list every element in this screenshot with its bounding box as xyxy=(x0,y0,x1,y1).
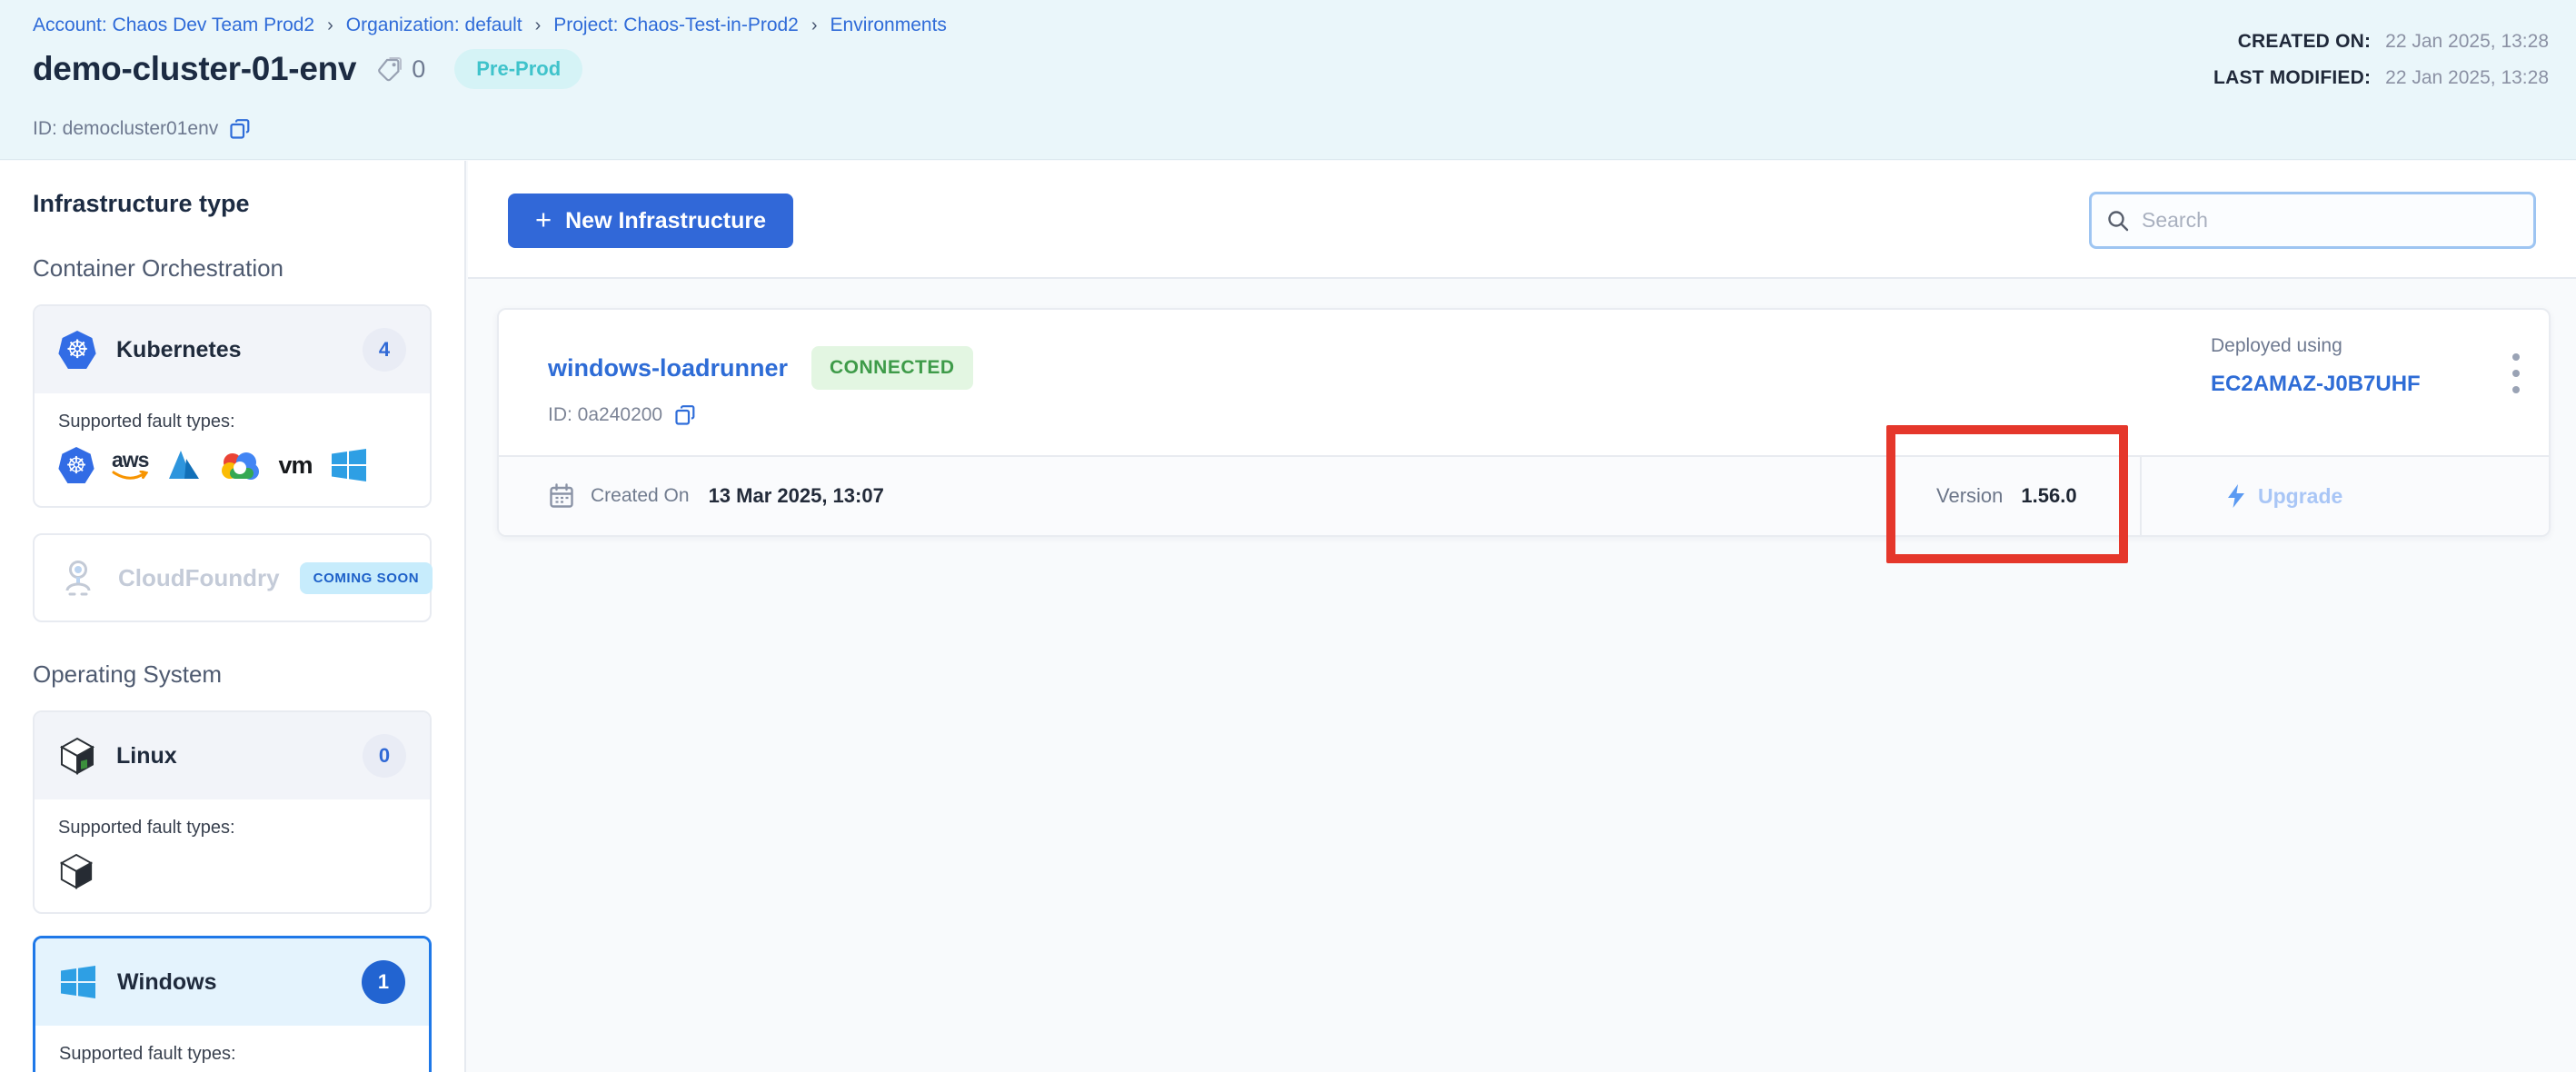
kubernetes-card-header[interactable]: ☸ Kubernetes 4 xyxy=(35,306,430,393)
upgrade-label: Upgrade xyxy=(2258,484,2342,509)
card-menu-kebab-icon[interactable] xyxy=(2498,350,2534,397)
infrastructure-id-row: ID: 0a240200 xyxy=(548,404,696,426)
infrastructure-card-footer: Created On 13 Mar 2025, 13:07 Version 1.… xyxy=(499,455,2549,535)
new-infrastructure-label: New Infrastructure xyxy=(565,208,766,234)
aws-fault-icon: aws xyxy=(112,450,148,481)
calendar-icon xyxy=(548,482,575,510)
windows-fault-icon xyxy=(330,447,368,483)
breadcrumb-separator: › xyxy=(535,15,542,36)
last-modified-value: 22 Jan 2025, 13:28 xyxy=(2385,67,2549,89)
vmware-fault-icon: vm xyxy=(278,452,312,480)
sidebar-heading: Infrastructure type xyxy=(33,190,432,218)
infrastructure-type-sidebar: Infrastructure type Container Orchestrat… xyxy=(0,161,466,1072)
tags-count: 0 xyxy=(376,55,425,84)
toolbar: + New Infrastructure xyxy=(468,161,2576,279)
infrastructure-card: windows-loadrunner CONNECTED ID: 0a24020… xyxy=(497,308,2551,537)
version-label: Version xyxy=(1936,484,2003,508)
infrastructure-card-top: windows-loadrunner CONNECTED ID: 0a24020… xyxy=(499,310,2549,455)
infrastructure-list: windows-loadrunner CONNECTED ID: 0a24020… xyxy=(468,281,2576,1072)
search-input[interactable] xyxy=(2142,208,2519,233)
infrastructure-name-link[interactable]: windows-loadrunner xyxy=(548,354,788,382)
type-card-kubernetes[interactable]: ☸ Kubernetes 4 Supported fault types: ☸ … xyxy=(33,304,432,508)
copy-infrastructure-id-icon[interactable] xyxy=(674,404,696,426)
breadcrumb-environments[interactable]: Environments xyxy=(830,15,947,36)
tag-icon xyxy=(376,55,403,83)
type-card-windows[interactable]: Windows 1 Supported fault types: xyxy=(33,936,432,1072)
deployed-using-link[interactable]: EC2AMAZ-J0B7UHF xyxy=(2211,372,2421,397)
page-title: demo-cluster-01-env xyxy=(33,50,356,88)
env-type-badge: Pre-Prod xyxy=(454,49,582,89)
linux-icon xyxy=(58,737,96,775)
kubernetes-icon: ☸ xyxy=(58,331,96,369)
group-container-orchestration: Container Orchestration xyxy=(33,254,432,283)
group-operating-system: Operating System xyxy=(33,660,432,689)
windows-icon xyxy=(59,964,97,1000)
cloudfoundry-label: CloudFoundry xyxy=(118,564,280,592)
type-card-cloudfoundry[interactable]: CloudFoundry COMING SOON xyxy=(33,533,432,622)
version-value: 1.56.0 xyxy=(2021,484,2076,508)
supported-fault-types-label: Supported fault types: xyxy=(58,412,406,432)
connected-status-badge: CONNECTED xyxy=(811,346,973,390)
infrastructure-id-text: ID: 0a240200 xyxy=(548,404,662,426)
coming-soon-badge: COMING SOON xyxy=(300,562,433,594)
title-row: demo-cluster-01-env 0 Pre-Prod xyxy=(33,49,582,89)
windows-label: Windows xyxy=(117,969,342,996)
linux-count-badge: 0 xyxy=(363,734,406,778)
page-header: Account: Chaos Dev Team Prod2 › Organiza… xyxy=(0,0,2576,160)
kubernetes-count-badge: 4 xyxy=(363,328,406,372)
supported-fault-types-label: Supported fault types: xyxy=(58,818,406,839)
linux-fault-icon xyxy=(58,853,94,889)
upgrade-button[interactable]: Upgrade xyxy=(2226,457,2342,535)
new-infrastructure-button[interactable]: + New Infrastructure xyxy=(508,194,793,248)
breadcrumb-account[interactable]: Account: Chaos Dev Team Prod2 xyxy=(33,15,314,36)
created-on-value: 13 Mar 2025, 13:07 xyxy=(709,484,884,508)
environment-details-page: Account: Chaos Dev Team Prod2 › Organiza… xyxy=(0,0,2576,1072)
linux-card-header[interactable]: Linux 0 xyxy=(35,712,430,799)
linux-fault-icons xyxy=(58,852,406,890)
last-modified-label: LAST MODIFIED: xyxy=(2213,67,2371,89)
breadcrumb-project[interactable]: Project: Chaos-Test-in-Prod2 xyxy=(553,15,799,36)
deployed-using-block: Deployed using EC2AMAZ-J0B7UHF xyxy=(2211,335,2421,397)
breadcrumb-separator: › xyxy=(327,15,333,36)
header-dates: CREATED ON: 22 Jan 2025, 13:28 LAST MODI… xyxy=(2213,31,2549,89)
search-icon xyxy=(2106,209,2130,233)
cloudfoundry-icon xyxy=(58,558,98,598)
created-on-label: CREATED ON: xyxy=(2213,31,2371,53)
version-cell: Version 1.56.0 xyxy=(1936,457,2077,535)
main-panel: + New Infrastructure windows-loadrunner xyxy=(468,161,2576,1072)
search-box[interactable] xyxy=(2089,192,2536,249)
breadcrumb-separator: › xyxy=(811,15,818,36)
kubernetes-fault-icon: ☸ xyxy=(58,447,94,483)
kubernetes-label: Kubernetes xyxy=(116,337,343,363)
azure-fault-icon xyxy=(165,448,202,482)
created-on-label: Created On xyxy=(591,485,690,507)
supported-fault-types-label: Supported fault types: xyxy=(59,1044,405,1065)
footer-cell-divider xyxy=(2140,457,2142,535)
windows-count-badge: 1 xyxy=(362,960,405,1004)
breadcrumb-organization[interactable]: Organization: default xyxy=(346,15,522,36)
type-card-linux[interactable]: Linux 0 Supported fault types: xyxy=(33,710,432,914)
tag-count-value: 0 xyxy=(412,55,425,84)
kubernetes-fault-icons: ☸ aws xyxy=(58,446,406,484)
lightning-bolt-icon xyxy=(2226,483,2246,509)
environment-id-text: ID: democluster01env xyxy=(33,118,218,140)
linux-card-body: Supported fault types: xyxy=(35,799,430,912)
deployed-using-label: Deployed using xyxy=(2211,335,2421,357)
breadcrumb: Account: Chaos Dev Team Prod2 › Organiza… xyxy=(33,15,947,36)
gcp-fault-icon xyxy=(219,448,261,482)
created-on-cell: Created On 13 Mar 2025, 13:07 xyxy=(548,457,884,535)
plus-icon: + xyxy=(535,203,552,236)
copy-id-icon[interactable] xyxy=(229,118,251,140)
created-on-value: 22 Jan 2025, 13:28 xyxy=(2385,31,2549,53)
windows-card-body: Supported fault types: xyxy=(35,1026,429,1072)
linux-label: Linux xyxy=(116,743,343,769)
environment-id-row: ID: democluster01env xyxy=(33,118,251,140)
windows-card-header[interactable]: Windows 1 xyxy=(35,938,429,1026)
kubernetes-card-body: Supported fault types: ☸ aws xyxy=(35,393,430,506)
